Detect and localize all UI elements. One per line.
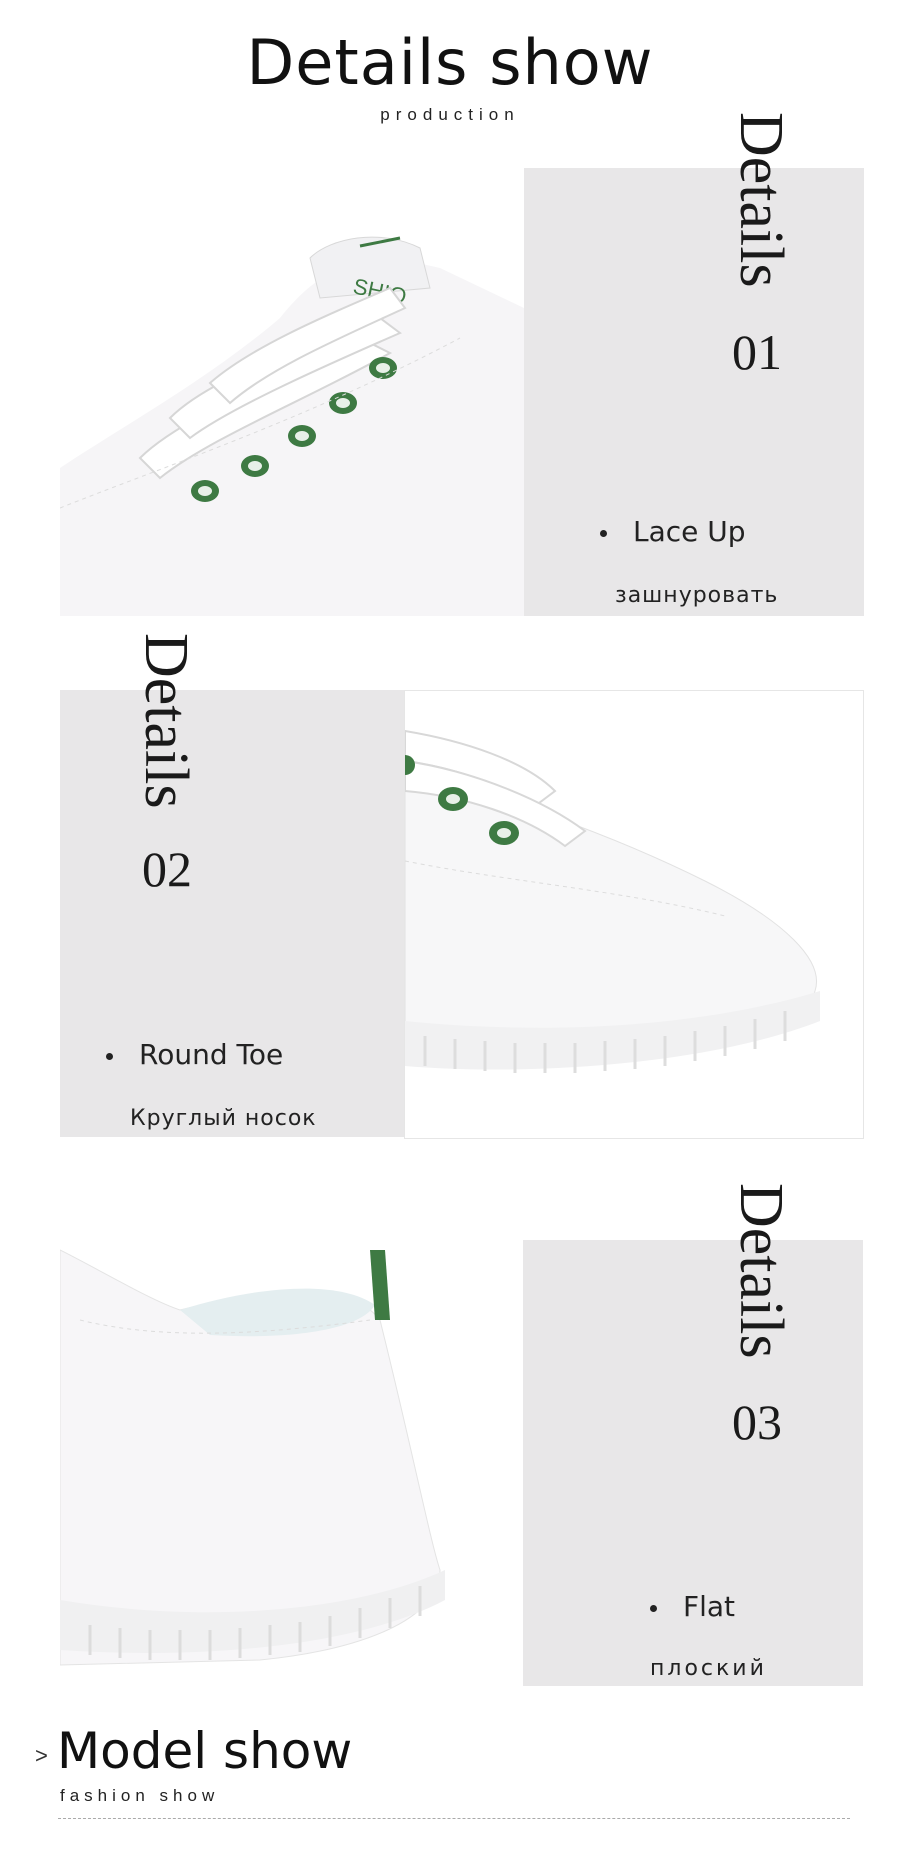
detail-02-feature-ru: Круглый носок	[130, 1106, 317, 1131]
detail-01-panel	[524, 168, 864, 616]
detail-01-label: Details	[727, 112, 795, 288]
section-divider	[58, 1818, 850, 1819]
detail-01-feature-ru: зашнуровать	[615, 583, 779, 608]
detail-01-feature-text: Lace Up	[633, 515, 746, 548]
detail-02-label: Details	[132, 633, 200, 809]
detail-03-feature-text: Flat	[683, 1590, 736, 1623]
shoe-heel-image	[60, 1240, 523, 1686]
shoe-heel-photo	[60, 1240, 523, 1686]
model-show-title: Model show	[57, 1722, 353, 1780]
detail-03-number: 03	[732, 1394, 782, 1450]
detail-01-feature: Lace Up	[600, 515, 746, 548]
detail-02-feature-text: Round Toe	[139, 1038, 284, 1071]
detail-02-number: 02	[142, 841, 192, 897]
detail-03-feature: Flat	[650, 1590, 735, 1623]
bullet-icon	[600, 529, 607, 537]
bullet-icon	[650, 1604, 657, 1612]
detail-03-feature-ru: плоский	[650, 1656, 767, 1681]
shoe-toe-image	[405, 691, 863, 1138]
bullet-icon	[106, 1052, 113, 1060]
section-arrow-icon: >	[35, 1743, 48, 1768]
page-title: Details show	[246, 26, 654, 99]
shoe-toe-photo	[404, 690, 864, 1139]
detail-02-feature: Round Toe	[106, 1038, 283, 1071]
shoe-lace-image: SHIO	[60, 168, 524, 616]
detail-03-label: Details	[727, 1183, 795, 1359]
detail-01-number: 01	[732, 324, 782, 380]
shoe-lace-photo: SHIO	[60, 168, 524, 616]
model-show-subtitle: fashion show	[60, 1786, 220, 1805]
